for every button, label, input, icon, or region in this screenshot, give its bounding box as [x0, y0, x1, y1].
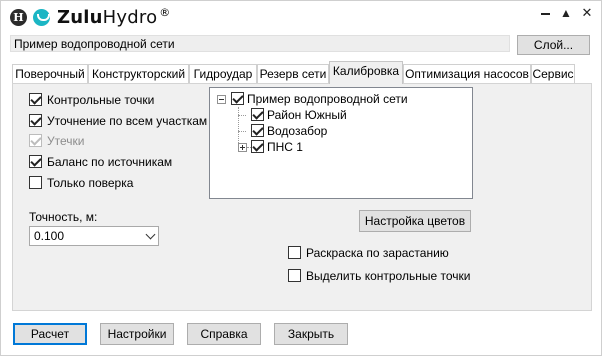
collapse-icon[interactable] — [217, 95, 226, 104]
checkbox-box[interactable] — [231, 92, 244, 105]
tab-strip: Поверочный Конструкторский Гидроудар Рез… — [12, 61, 582, 84]
close-icon[interactable]: ✕ — [579, 5, 595, 21]
layer-button[interactable]: Слой... — [517, 35, 590, 55]
tab-network-reserve[interactable]: Резерв сети — [257, 64, 329, 83]
checkbox-label: Только поверка — [47, 176, 134, 190]
tree-node-label: Пример водопроводной сети — [247, 92, 408, 106]
checkbox-box[interactable] — [29, 155, 42, 168]
tab-calibration[interactable]: Калибровка — [329, 61, 403, 84]
brand-zulu: Zulu — [57, 7, 103, 28]
water-drop-icon — [33, 9, 50, 26]
app-logo-icon: H — [10, 9, 27, 26]
checkbox-label: Баланс по источникам — [47, 155, 173, 169]
tab-water-hammer[interactable]: Гидроудар — [189, 64, 257, 83]
tree-node-label: ПНС 1 — [267, 140, 303, 154]
tree-connector — [238, 115, 246, 116]
accuracy-value: 0.100 — [34, 229, 65, 243]
minimize-icon[interactable] — [537, 5, 553, 21]
checkbox-box[interactable] — [251, 140, 264, 153]
expand-icon[interactable] — [238, 143, 247, 152]
tab-design[interactable]: Конструкторский — [88, 64, 189, 83]
checkbox-box[interactable] — [288, 269, 301, 282]
app-title: ZuluHydro ® — [57, 6, 171, 28]
brand-hydro: Hydro — [102, 7, 158, 28]
help-button[interactable]: Справка — [187, 323, 261, 345]
close-button[interactable]: Закрыть — [274, 323, 348, 345]
checkbox-box[interactable] — [251, 124, 264, 137]
accuracy-label: Точность, м: — [29, 210, 98, 224]
accuracy-select[interactable]: 0.100 — [29, 226, 159, 246]
checkbox-label: Утечки — [47, 134, 85, 148]
tab-pump-optimization[interactable]: Оптимизация насосов — [403, 64, 531, 83]
tree-connector — [238, 131, 246, 132]
checkbox-label: Уточнение по всем участкам — [47, 114, 208, 128]
settings-button[interactable]: Настройки — [100, 323, 174, 345]
checkbox-label: Раскраска по зарастанию — [306, 246, 449, 260]
checkbox-box[interactable] — [29, 93, 42, 106]
network-name-field[interactable]: Пример водопроводной сети — [10, 35, 510, 52]
network-tree[interactable]: Пример водопроводной сети Район Южный Во… — [209, 87, 473, 199]
calibration-panel: Контрольные точки Уточнение по всем учас… — [12, 83, 592, 311]
checkbox-box — [29, 134, 42, 147]
tab-verification[interactable]: Поверочный — [12, 64, 88, 83]
checkbox-box[interactable] — [29, 176, 42, 189]
zulu-hydro-window: H ZuluHydro ® ▲ ✕ Пример водопроводной се… — [0, 0, 602, 356]
checkbox-label: Контрольные точки — [47, 93, 155, 107]
tree-connector — [238, 107, 239, 147]
logo-letter: H — [13, 11, 24, 24]
maximize-icon[interactable]: ▲ — [558, 5, 574, 21]
registered-mark: ® — [159, 6, 171, 19]
color-settings-button[interactable]: Настройка цветов — [359, 210, 471, 232]
checkbox-box[interactable] — [251, 108, 264, 121]
title-bar: H ZuluHydro ® ▲ ✕ — [1, 1, 601, 33]
tree-node-label: Район Южный — [267, 108, 347, 122]
chevron-down-icon[interactable] — [145, 229, 156, 240]
checkbox-label: Выделить контрольные точки — [306, 269, 471, 283]
checkbox-box[interactable] — [29, 114, 42, 127]
calculate-button[interactable]: Расчет — [13, 323, 87, 345]
tab-service[interactable]: Сервис — [531, 64, 575, 83]
tree-node-label: Водозабор — [267, 124, 328, 138]
checkbox-box[interactable] — [288, 246, 301, 259]
